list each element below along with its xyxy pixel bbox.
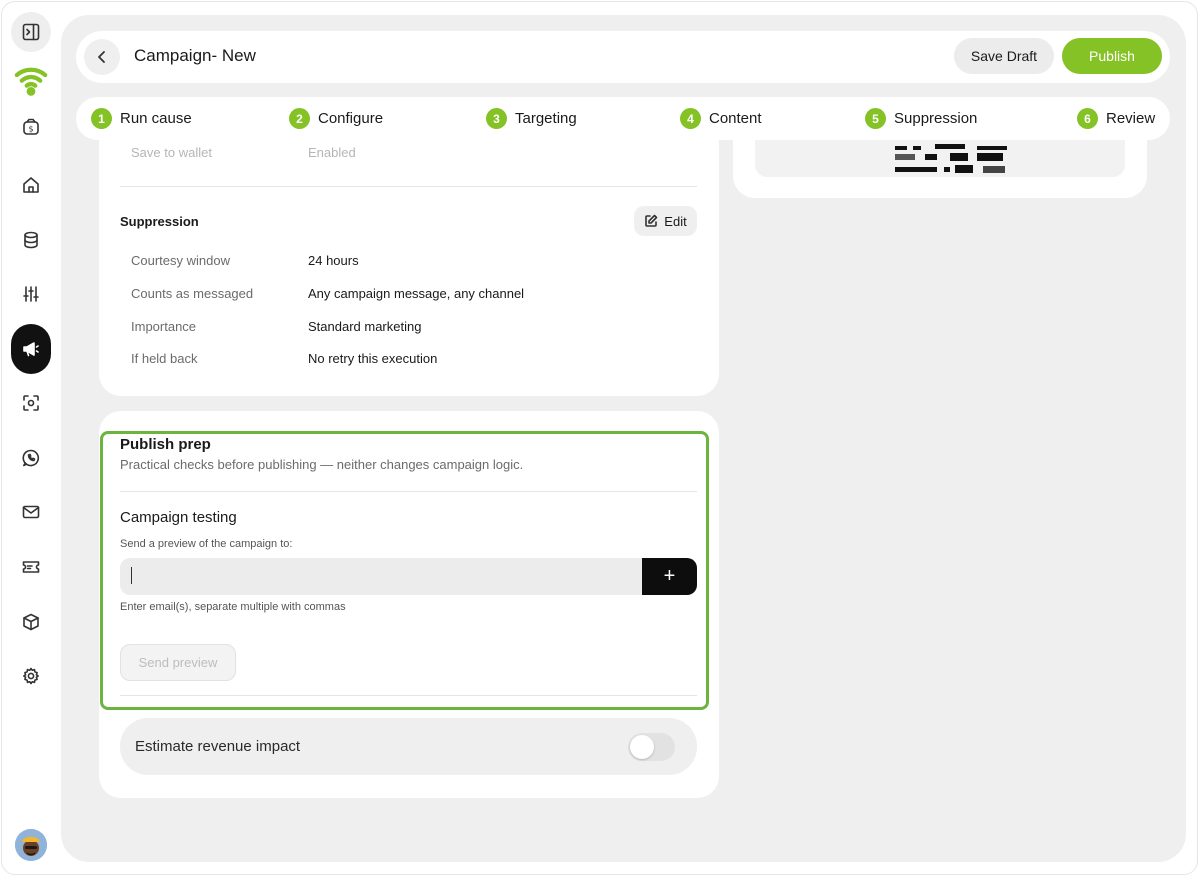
sidebar: $ — [0, 0, 62, 877]
scan-icon — [23, 395, 39, 411]
publish-button[interactable]: Publish — [1062, 38, 1162, 74]
page-header: Campaign- New Save Draft Publish — [76, 31, 1170, 83]
step-label: Content — [709, 110, 762, 127]
svg-text:$: $ — [28, 125, 33, 134]
sidebar-item-whatsapp[interactable] — [11, 438, 51, 478]
step-label: Review — [1106, 110, 1156, 127]
user-avatar[interactable] — [15, 829, 47, 861]
suppression-section-title: Suppression — [120, 214, 199, 229]
publish-prep-subtitle: Practical checks before publishing — nei… — [120, 457, 524, 472]
gear-icon — [23, 667, 39, 685]
step-suppression[interactable]: 5 Suppression — [865, 108, 977, 129]
step-number: 1 — [91, 108, 112, 129]
sidebar-item-settings[interactable] — [11, 656, 51, 696]
brand-logo[interactable] — [11, 60, 51, 100]
chevron-left-icon — [98, 51, 105, 63]
sidebar-item-mail[interactable] — [11, 492, 51, 532]
step-label: Run cause — [120, 110, 192, 127]
box-icon — [23, 613, 39, 631]
divider — [120, 186, 697, 187]
suppression-value: Standard marketing — [308, 319, 422, 334]
add-email-button[interactable]: + — [642, 558, 697, 595]
sliders-icon — [23, 286, 39, 302]
review-summary-card: Save to wallet Enabled Suppression Edit … — [99, 140, 719, 396]
step-number: 3 — [486, 108, 507, 129]
step-targeting[interactable]: 3 Targeting — [486, 108, 577, 129]
send-preview-button[interactable]: Send preview — [120, 644, 236, 681]
step-label: Targeting — [515, 110, 577, 127]
step-configure[interactable]: 2 Configure — [289, 108, 383, 129]
sidebar-item-database[interactable] — [11, 220, 51, 260]
megaphone-icon — [23, 342, 39, 357]
home-icon — [23, 177, 39, 193]
step-number: 5 — [865, 108, 886, 129]
edit-label: Edit — [664, 213, 687, 229]
email-hint: Enter email(s), separate multiple with c… — [120, 601, 346, 613]
sidebar-item-home[interactable] — [11, 165, 51, 205]
toggle-knob — [630, 735, 654, 759]
divider — [120, 491, 697, 492]
sidebar-item-tickets[interactable] — [11, 547, 51, 587]
suppression-key: Counts as messaged — [131, 286, 254, 301]
whatsapp-icon — [22, 449, 40, 467]
suppression-value: No retry this execution — [308, 351, 438, 366]
suppression-value: Any campaign message, any channel — [308, 286, 525, 301]
sidebar-item-settings-sliders[interactable] — [11, 274, 51, 314]
avatar-icon — [15, 829, 47, 861]
step-label: Suppression — [894, 110, 978, 127]
edit-icon — [645, 214, 658, 227]
wifi-logo-icon — [14, 67, 48, 96]
sidebar-toggle-icon — [22, 23, 40, 41]
suppression-key: Courtesy window — [131, 253, 230, 268]
estimate-revenue-row: Estimate revenue impact — [120, 718, 697, 775]
publish-prep-title: Publish prep — [120, 436, 211, 453]
divider — [120, 695, 697, 696]
summary-key: Save to wallet — [131, 145, 212, 160]
preview-card — [733, 140, 1147, 198]
step-number: 2 — [289, 108, 310, 129]
preview-email-input[interactable] — [120, 558, 644, 595]
send-preview-label: Send a preview of the campaign to: — [120, 538, 293, 550]
estimate-revenue-label: Estimate revenue impact — [135, 738, 301, 755]
sidebar-item-campaigns[interactable] — [11, 324, 51, 374]
estimate-revenue-toggle[interactable] — [628, 733, 675, 761]
step-review[interactable]: 6 Review — [1077, 108, 1155, 129]
page-title: Campaign- New — [134, 46, 256, 65]
sidebar-item-products[interactable] — [11, 602, 51, 642]
database-icon — [24, 231, 38, 249]
campaign-stepper: 1 Run cause 2 Configure 3 Targeting 4 Co… — [76, 97, 1170, 140]
step-content[interactable]: 4 Content — [680, 108, 762, 129]
step-number: 6 — [1077, 108, 1098, 129]
step-label: Configure — [318, 110, 384, 127]
save-draft-button[interactable]: Save Draft — [954, 38, 1054, 74]
back-button[interactable] — [84, 39, 120, 75]
preview-image — [755, 140, 1125, 177]
text-caret — [131, 567, 132, 584]
suppression-value: 24 hours — [308, 253, 359, 268]
summary-value: Enabled — [308, 145, 356, 160]
suppression-key: Importance — [131, 319, 197, 334]
suppression-key: If held back — [131, 351, 198, 366]
step-run-cause[interactable]: 1 Run cause — [91, 108, 192, 129]
edit-suppression-button[interactable]: Edit — [634, 206, 697, 236]
wallet-icon: $ — [23, 118, 39, 135]
ticket-icon — [22, 561, 40, 573]
sidebar-item-scan[interactable] — [11, 383, 51, 423]
campaign-testing-title: Campaign testing — [120, 509, 237, 526]
mail-icon — [22, 505, 40, 519]
sidebar-toggle-button[interactable] — [11, 12, 51, 52]
sidebar-item-wallet[interactable]: $ — [11, 107, 51, 147]
step-number: 4 — [680, 108, 701, 129]
